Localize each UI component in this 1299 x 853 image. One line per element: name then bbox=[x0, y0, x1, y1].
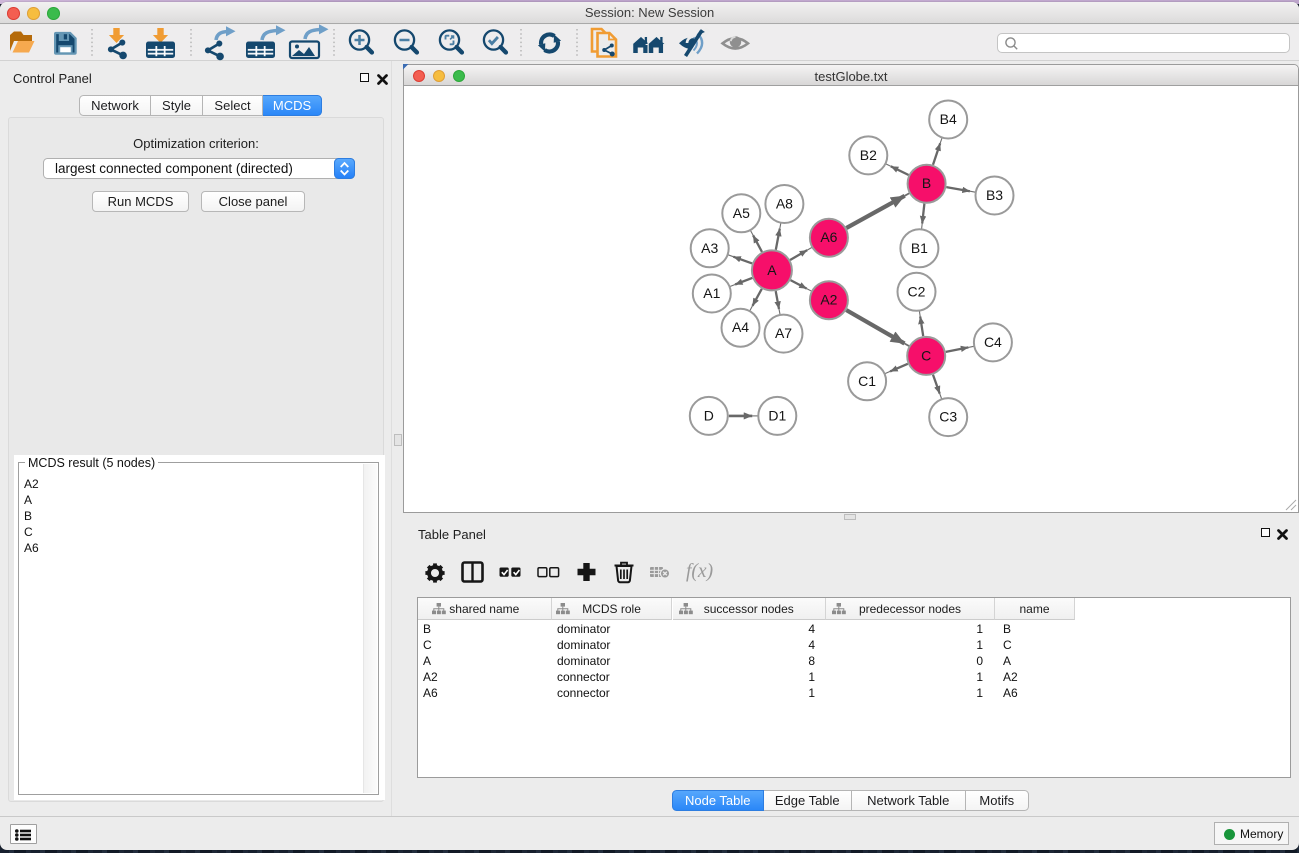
svg-text:B: B bbox=[922, 175, 931, 191]
svg-text:C3: C3 bbox=[939, 409, 957, 425]
svg-text:C: C bbox=[921, 347, 931, 363]
svg-text:C1: C1 bbox=[858, 373, 876, 389]
svg-text:A4: A4 bbox=[732, 319, 749, 335]
svg-text:B3: B3 bbox=[986, 187, 1003, 203]
svg-text:B1: B1 bbox=[911, 240, 928, 256]
svg-text:A7: A7 bbox=[775, 325, 792, 341]
svg-text:A2: A2 bbox=[820, 292, 837, 308]
svg-text:A6: A6 bbox=[820, 229, 837, 245]
svg-text:B4: B4 bbox=[940, 111, 957, 127]
svg-text:A1: A1 bbox=[703, 285, 720, 301]
svg-text:D: D bbox=[704, 407, 714, 423]
svg-text:A: A bbox=[767, 262, 777, 278]
svg-text:C2: C2 bbox=[908, 283, 926, 299]
svg-text:D1: D1 bbox=[768, 407, 786, 423]
svg-text:A5: A5 bbox=[733, 205, 750, 221]
svg-text:C4: C4 bbox=[984, 334, 1002, 350]
svg-text:B2: B2 bbox=[860, 147, 877, 163]
svg-text:A3: A3 bbox=[701, 240, 718, 256]
svg-text:A8: A8 bbox=[776, 196, 793, 212]
